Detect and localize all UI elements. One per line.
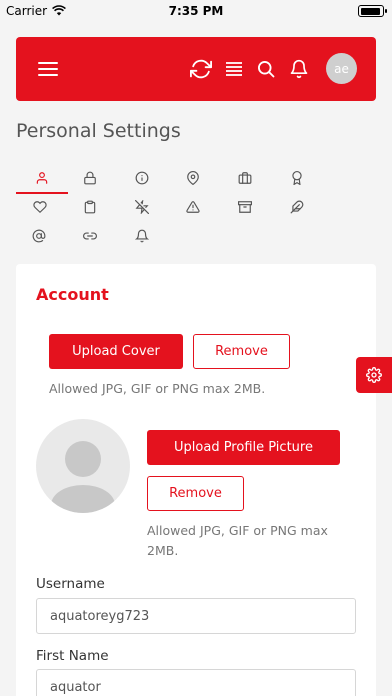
at-icon bbox=[32, 229, 46, 243]
tab-heart[interactable] bbox=[14, 194, 66, 220]
tab-feather[interactable] bbox=[271, 194, 323, 220]
briefcase-icon bbox=[238, 172, 252, 184]
battery-icon bbox=[358, 5, 387, 17]
firstname-label: First Name bbox=[36, 648, 109, 664]
username-input[interactable] bbox=[36, 598, 356, 634]
user-avatar[interactable]: ae bbox=[326, 53, 357, 84]
hamburger-icon[interactable] bbox=[36, 57, 60, 81]
link-icon bbox=[83, 232, 97, 240]
profile-avatar bbox=[36, 419, 130, 513]
tab-link[interactable] bbox=[64, 223, 116, 249]
account-card: Account Upload Cover Remove Allowed JPG,… bbox=[16, 264, 376, 696]
cover-hint: Allowed JPG, GIF or PNG max 2MB. bbox=[49, 381, 266, 396]
tab-briefcase[interactable] bbox=[219, 165, 271, 191]
tab-lock[interactable] bbox=[64, 165, 116, 191]
avatar-initials: ae bbox=[334, 61, 349, 76]
firstname-input[interactable] bbox=[36, 669, 356, 696]
profile-hint: Allowed JPG, GIF or PNG max 2MB. bbox=[147, 521, 367, 561]
tab-award[interactable] bbox=[271, 165, 323, 191]
heart-icon bbox=[33, 201, 47, 214]
zap-off-icon bbox=[135, 200, 149, 214]
user-placeholder-icon bbox=[51, 441, 115, 513]
profile-hint-line1: Allowed JPG, GIF or PNG max bbox=[147, 523, 328, 538]
tab-location[interactable] bbox=[167, 165, 219, 191]
tab-clipboard[interactable] bbox=[64, 194, 116, 220]
gear-icon bbox=[366, 367, 382, 383]
tab-info[interactable] bbox=[116, 165, 168, 191]
tab-at[interactable] bbox=[13, 223, 65, 249]
user-icon bbox=[36, 172, 48, 184]
clock: 7:35 PM bbox=[168, 4, 224, 18]
archive-icon bbox=[238, 201, 252, 213]
award-icon bbox=[292, 171, 302, 185]
tab-archive[interactable] bbox=[219, 194, 271, 220]
profile-hint-line2: 2MB. bbox=[147, 543, 179, 558]
tab-zap-off[interactable] bbox=[116, 194, 168, 220]
username-label: Username bbox=[36, 576, 105, 592]
status-bar: Carrier 7:35 PM bbox=[0, 0, 392, 22]
clipboard-icon bbox=[84, 200, 96, 214]
bell-icon bbox=[135, 229, 149, 243]
upload-cover-button[interactable]: Upload Cover bbox=[49, 334, 183, 369]
info-icon bbox=[135, 171, 149, 185]
remove-profile-button[interactable]: Remove bbox=[147, 476, 244, 511]
bell-icon[interactable] bbox=[287, 57, 311, 81]
account-title: Account bbox=[36, 285, 109, 304]
feather-icon bbox=[290, 200, 304, 214]
lock-icon bbox=[84, 171, 96, 185]
upload-profile-button[interactable]: Upload Profile Picture bbox=[147, 430, 340, 465]
location-icon bbox=[187, 171, 199, 185]
alert-icon bbox=[186, 201, 200, 213]
remove-cover-button[interactable]: Remove bbox=[193, 334, 290, 369]
search-icon[interactable] bbox=[254, 57, 278, 81]
list-icon[interactable] bbox=[222, 57, 246, 81]
settings-fab[interactable] bbox=[356, 357, 392, 393]
app-header: ae bbox=[16, 37, 376, 101]
refresh-icon[interactable] bbox=[189, 57, 213, 81]
tab-alert[interactable] bbox=[167, 194, 219, 220]
tab-user[interactable] bbox=[16, 165, 68, 194]
page-title: Personal Settings bbox=[16, 120, 181, 142]
tab-notifications[interactable] bbox=[116, 223, 168, 249]
